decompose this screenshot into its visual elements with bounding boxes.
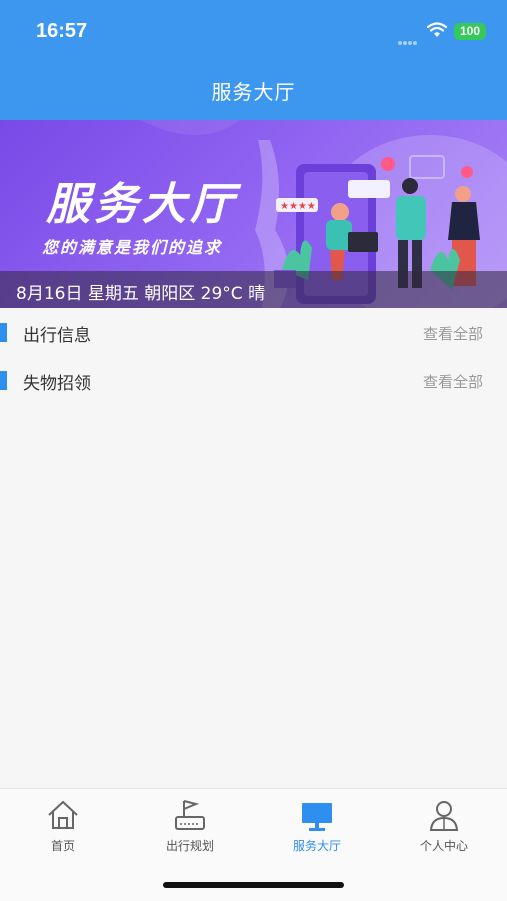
tab-profile[interactable]: 个人中心	[381, 789, 507, 869]
svg-text:★★★★: ★★★★	[280, 201, 316, 212]
banner-title: 服务大厅	[46, 179, 238, 230]
tab-label: 个人中心	[419, 839, 468, 853]
banner-caption: 8月16日 星期五 朝阳区 29°C 晴	[16, 284, 266, 304]
tab-label: 服务大厅	[292, 839, 341, 853]
view-all-link[interactable]: 查看全部	[423, 371, 483, 392]
wifi-icon	[427, 22, 447, 37]
banner-slogan: 您的满意是我们的追求	[42, 238, 223, 257]
status-time: 16:57	[36, 20, 88, 42]
page-title: 服务大厅	[211, 80, 296, 104]
section-travel-info: 出行信息 查看全部	[0, 310, 507, 356]
banner[interactable]: ★★★★ 服务大厅 您的满意是我们的追求 8月16日 星期五 朝阳区 29°C …	[0, 120, 507, 308]
tab-service-hall[interactable]: 服务大厅	[254, 789, 380, 869]
section-title: 失物招领	[23, 374, 91, 394]
home-indicator[interactable]	[163, 882, 344, 888]
tab-label: 首页	[50, 839, 75, 853]
monitor-icon	[302, 803, 332, 831]
flag-icon	[175, 800, 205, 830]
status-bar: 16:57 100	[0, 0, 507, 62]
tab-travel-planning[interactable]: 出行规划	[127, 789, 253, 869]
view-all-link[interactable]: 查看全部	[423, 323, 483, 344]
home-icon	[48, 800, 78, 829]
section-marker	[0, 323, 7, 342]
tab-label: 出行规划	[165, 839, 214, 853]
tab-home[interactable]: 首页	[0, 789, 126, 869]
battery-icon: 100	[454, 23, 486, 40]
signal-icon	[398, 30, 420, 45]
section-title: 出行信息	[23, 326, 91, 346]
section-marker	[0, 371, 7, 390]
section-lost-found: 失物招领 查看全部	[0, 358, 507, 404]
user-icon	[429, 801, 459, 831]
nav-bar: 服务大厅	[0, 62, 507, 120]
